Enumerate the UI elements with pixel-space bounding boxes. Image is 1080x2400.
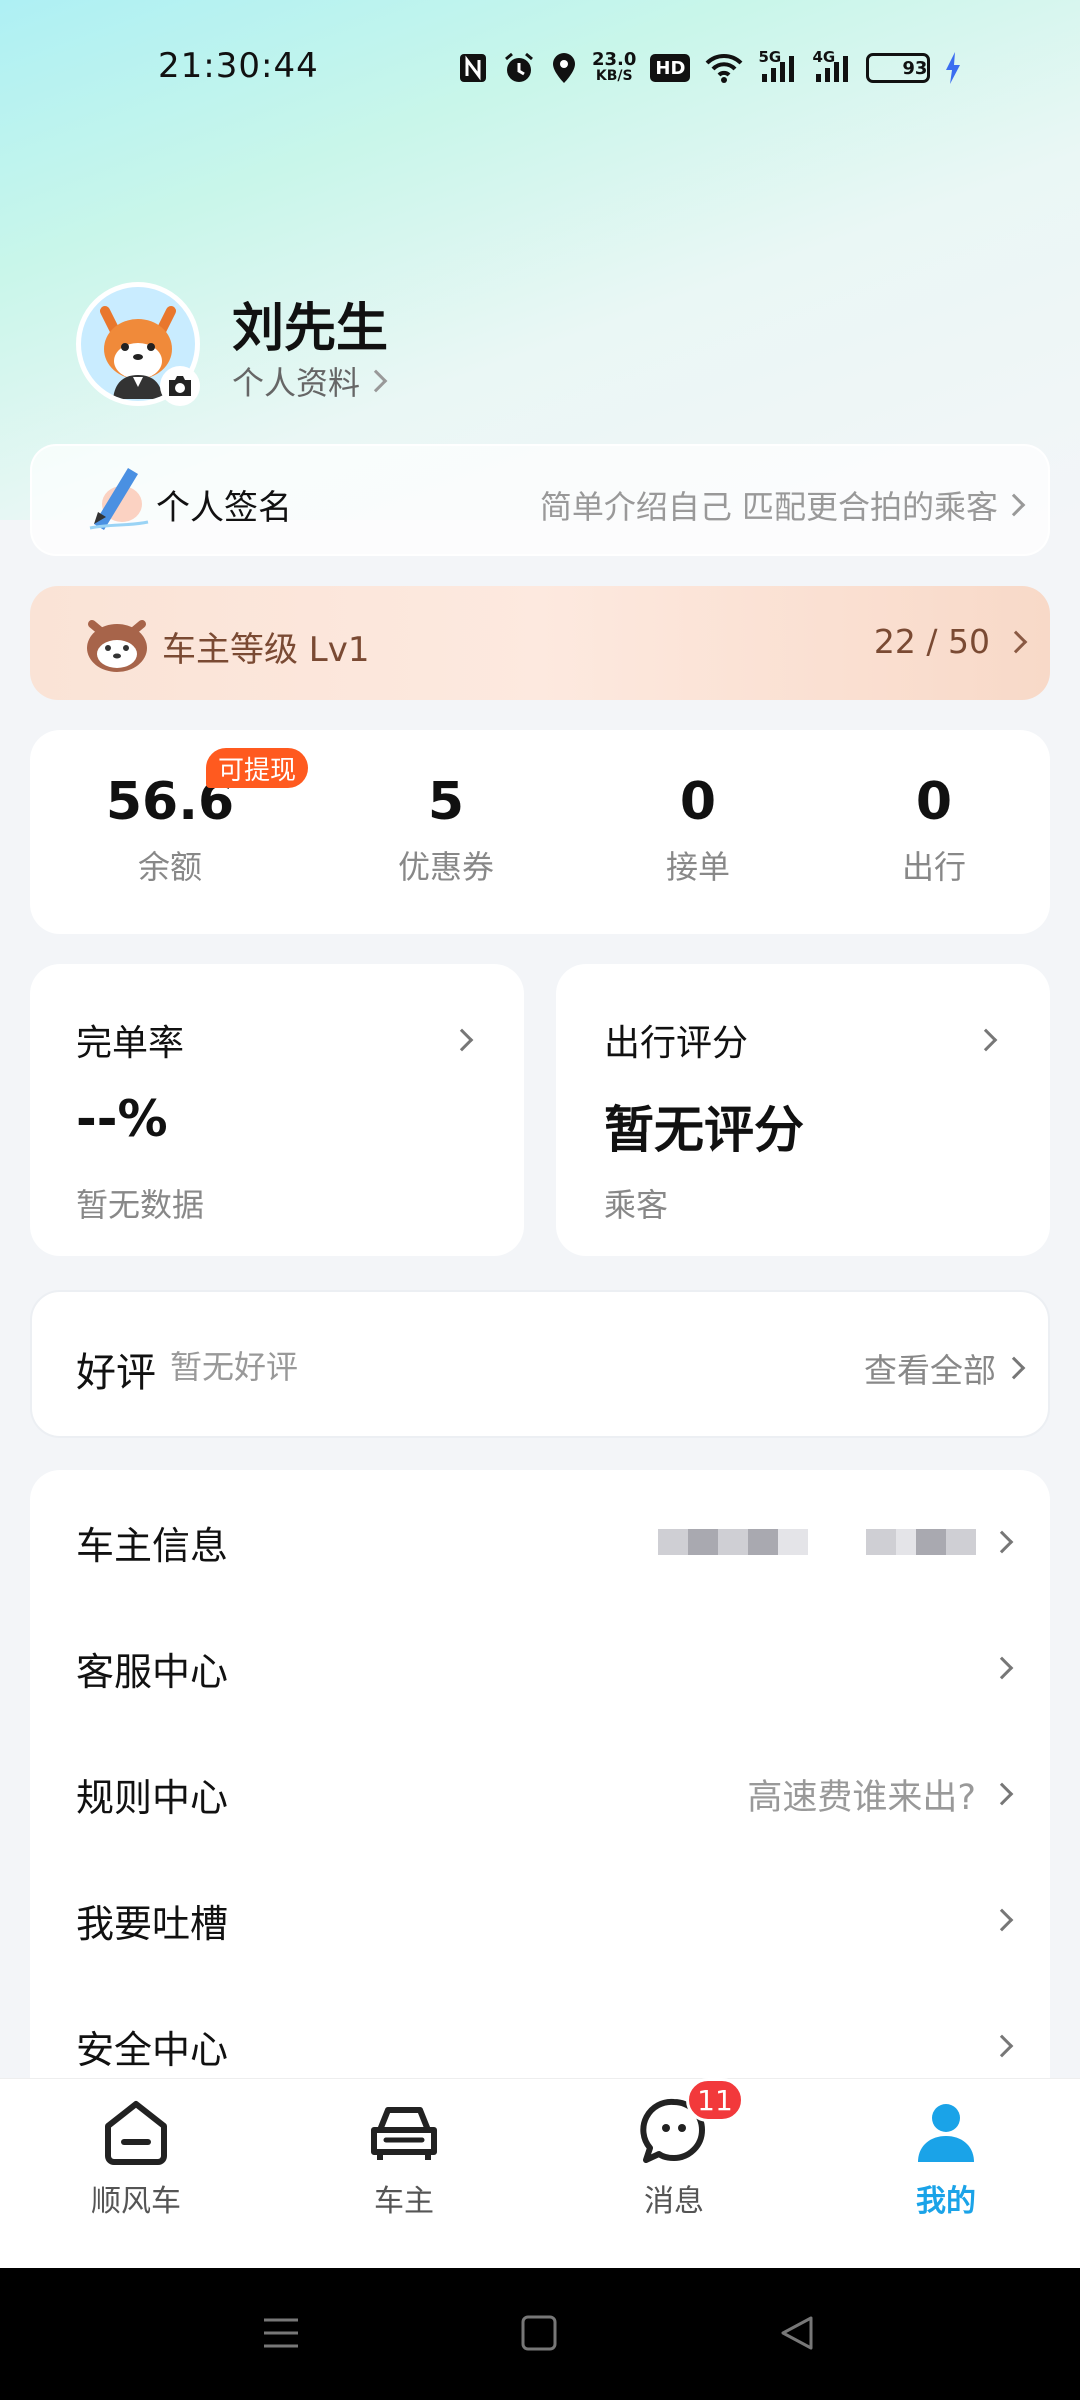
signal-5g-label: 5G: [758, 48, 782, 66]
chevron-right-icon: [990, 1656, 1014, 1680]
profile-link-label: 个人资料: [232, 364, 361, 402]
stat-label: 优惠券: [397, 848, 494, 886]
level-mascot-icon: [82, 612, 152, 678]
tab-label: 消息: [644, 2184, 704, 2219]
battery-icon: 93: [866, 53, 931, 83]
status-icons: 23.0 KB/S HD 5G 4G 93: [458, 48, 962, 86]
user-icon: [918, 2104, 974, 2162]
stat-label: 出行: [901, 848, 966, 886]
chevron-right-icon: [450, 1028, 474, 1052]
signature-hint[interactable]: 简单介绍自己 匹配更合拍的乘客: [539, 482, 1026, 528]
chevron-right-icon: [974, 1028, 998, 1052]
back-icon[interactable]: [778, 2314, 816, 2356]
menu-item-label: 安全中心: [76, 2027, 229, 2072]
trip-rating-value: 暂无评分: [604, 1101, 804, 1159]
home-icon: [105, 2101, 167, 2165]
chevron-right-icon: [990, 1530, 1014, 1554]
stat-label: 接单: [665, 848, 730, 886]
menu-item-customer-service[interactable]: 客服中心: [76, 1638, 1014, 1698]
completion-rate-title: 完单率: [76, 1023, 185, 1064]
stat-coupons[interactable]: 5 优惠券: [366, 772, 526, 888]
tab-mine[interactable]: 我的: [856, 2096, 1036, 2220]
charging-icon: [944, 50, 962, 86]
stat-value: 0: [679, 772, 717, 832]
net-speed: 23.0 KB/S: [592, 50, 636, 86]
home-button-icon[interactable]: [520, 2314, 558, 2356]
driver-level-label: 车主等级 Lv1: [162, 630, 370, 670]
trip-rating-title: 出行评分: [604, 1023, 749, 1064]
net-speed-value: 23.0: [592, 49, 637, 70]
chevron-right-icon: [1002, 493, 1026, 517]
chevron-right-icon: [364, 369, 388, 393]
withdraw-badge: 可提现: [206, 748, 309, 788]
menu-item-label: 客服中心: [76, 1649, 229, 1694]
message-count-badge: 11: [686, 2078, 744, 2122]
wifi-icon: [704, 50, 744, 86]
reviews-title: 好评: [76, 1350, 156, 1396]
stat-label: 余额: [137, 848, 202, 886]
chevron-right-icon: [990, 2034, 1014, 2058]
menu-item-feedback[interactable]: 我要吐槽: [76, 1890, 1014, 1950]
menu-icon[interactable]: [262, 2314, 300, 2356]
chevron-right-icon: [1004, 630, 1028, 653]
signature-title: 个人签名: [156, 488, 292, 528]
menu-item-label: 车主信息: [76, 1523, 229, 1568]
level-progress[interactable]: 22 / 50: [873, 622, 1028, 661]
signal-4g-label: 4G: [812, 48, 836, 66]
chevron-right-icon: [990, 1782, 1014, 1806]
menu-item-rules-center[interactable]: 规则中心 高速费谁来出?: [76, 1764, 1014, 1824]
camera-icon[interactable]: [160, 366, 200, 406]
signature-hint-text: 简单介绍自己 匹配更合拍的乘客: [539, 488, 998, 526]
menu-item-label: 规则中心: [76, 1775, 229, 1820]
view-all-label: 查看全部: [864, 1351, 996, 1390]
stat-value: 0: [915, 772, 953, 832]
stat-orders[interactable]: 0 接单: [618, 772, 778, 888]
status-time: 21:30:44: [158, 46, 319, 86]
tab-rideshare[interactable]: 顺风车: [46, 2096, 226, 2220]
battery-level: 93: [902, 57, 928, 79]
redacted-info: [658, 1529, 808, 1555]
chevron-right-icon: [1002, 1356, 1026, 1380]
pen-icon: [84, 458, 150, 536]
redacted-info: [866, 1529, 976, 1555]
view-all-link[interactable]: 查看全部: [864, 1344, 1026, 1392]
trip-rating-card[interactable]: 出行评分 暂无评分 乘客: [556, 964, 1050, 1256]
hd-label: HD: [655, 57, 686, 79]
profile-link[interactable]: 个人资料: [232, 358, 388, 404]
level-progress-text: 22 / 50: [873, 622, 990, 661]
completion-rate-sub: 暂无数据: [76, 1186, 205, 1224]
tab-driver[interactable]: 车主: [314, 2096, 494, 2220]
signal-5g-icon: 5G: [758, 48, 798, 86]
tab-label: 顺风车: [91, 2184, 181, 2219]
menu-item-driver-info[interactable]: 车主信息: [76, 1512, 1014, 1572]
menu-item-hint: 高速费谁来出?: [747, 1777, 976, 1818]
menu-item-safety-center[interactable]: 安全中心: [76, 2016, 1014, 2076]
hd-icon: HD: [650, 54, 691, 82]
tab-label: 我的: [916, 2184, 976, 2219]
location-icon: [550, 50, 578, 86]
trip-rating-sub: 乘客: [604, 1186, 669, 1224]
nfc-icon: [458, 50, 488, 86]
completion-rate-card[interactable]: 完单率 --% 暂无数据: [30, 964, 524, 1256]
reviews-empty: 暂无好评: [170, 1348, 299, 1386]
net-speed-unit: KB/S: [595, 68, 633, 84]
tab-label: 车主: [374, 2184, 434, 2219]
chevron-right-icon: [990, 1908, 1014, 1932]
menu-item-label: 我要吐槽: [76, 1901, 229, 1946]
stat-value: 5: [427, 772, 465, 832]
completion-rate-value: --%: [76, 1090, 168, 1148]
stat-trips[interactable]: 0 出行: [854, 772, 1014, 888]
alarm-icon: [502, 50, 536, 86]
signal-4g-icon: 4G: [812, 48, 852, 86]
car-icon: [371, 2107, 437, 2160]
stat-balance[interactable]: 56.6 余额: [90, 772, 250, 888]
user-name: 刘先生: [232, 299, 389, 359]
